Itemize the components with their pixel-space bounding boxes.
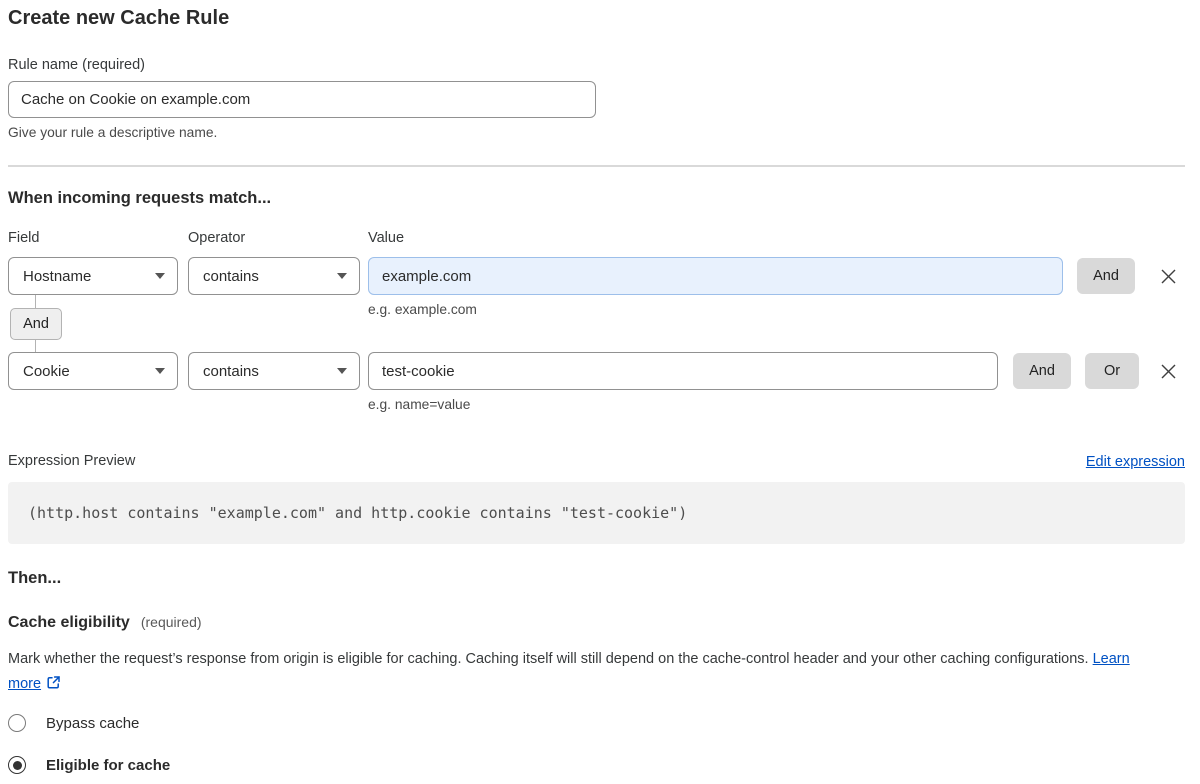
required-note: (required)	[141, 614, 202, 630]
and-button-row1[interactable]: And	[1077, 258, 1135, 294]
chevron-down-icon	[337, 273, 347, 279]
external-link-icon	[46, 675, 61, 690]
condition-row: Hostname contains And	[8, 257, 1185, 295]
operator-select-1-value: contains	[203, 268, 259, 285]
field-select-1-value: Hostname	[23, 268, 91, 285]
connector-line	[35, 295, 36, 308]
description-text: Mark whether the request’s response from…	[8, 651, 1093, 667]
section-divider	[8, 165, 1185, 167]
chevron-down-icon	[337, 368, 347, 374]
value-input-2[interactable]	[368, 352, 998, 390]
rule-name-label: Rule name (required)	[8, 56, 1185, 74]
radio-label: Eligible for cache	[46, 757, 170, 774]
operator-select-2[interactable]: contains	[188, 352, 360, 390]
and-button-row2[interactable]: And	[1013, 353, 1071, 389]
close-icon	[1159, 362, 1178, 381]
value-helper-1: e.g. example.com	[368, 302, 477, 318]
field-select-2[interactable]: Cookie	[8, 352, 178, 390]
match-heading: When incoming requests match...	[8, 188, 1185, 208]
radio-option-bypass-cache[interactable]: Bypass cache	[8, 714, 1185, 732]
field-column-label: Field	[8, 230, 188, 246]
field-select-1[interactable]: Hostname	[8, 257, 178, 295]
rule-name-input[interactable]	[8, 81, 596, 118]
connector-and-button[interactable]: And	[10, 308, 62, 340]
cache-eligibility-heading-row: Cache eligibility (required)	[8, 612, 1185, 633]
connector-line	[35, 340, 36, 352]
value-input-1[interactable]	[368, 257, 1063, 295]
create-cache-rule-page: Create new Cache Rule Rule name (require…	[0, 6, 1200, 774]
then-heading: Then...	[8, 568, 1185, 588]
cache-eligibility-description: Mark whether the request’s response from…	[8, 647, 1158, 697]
expression-code: (http.host contains "example.com" and ht…	[8, 482, 1185, 544]
edit-expression-link[interactable]: Edit expression	[1086, 454, 1185, 470]
radio-option-eligible-for-cache[interactable]: Eligible for cache	[8, 756, 1185, 774]
remove-condition-button-row2[interactable]	[1157, 360, 1179, 382]
close-icon	[1159, 267, 1178, 286]
expression-preview-header: Expression Preview Edit expression	[8, 452, 1185, 470]
cache-eligibility-heading: Cache eligibility	[8, 614, 130, 631]
remove-condition-button-row1[interactable]	[1157, 265, 1179, 287]
chevron-down-icon	[155, 368, 165, 374]
chevron-down-icon	[155, 273, 165, 279]
or-button-row2[interactable]: Or	[1085, 353, 1139, 389]
field-select-2-value: Cookie	[23, 363, 70, 380]
expression-preview-label: Expression Preview	[8, 452, 135, 470]
value-column-label: Value	[368, 230, 404, 246]
condition-column-labels: Field Operator Value	[8, 230, 1185, 246]
rule-name-helper: Give your rule a descriptive name.	[8, 125, 1185, 141]
page-title: Create new Cache Rule	[8, 6, 1185, 30]
radio-icon	[8, 714, 26, 732]
value-helper-2: e.g. name=value	[368, 397, 1185, 413]
operator-column-label: Operator	[188, 230, 368, 246]
radio-label: Bypass cache	[46, 715, 139, 732]
operator-select-1[interactable]: contains	[188, 257, 360, 295]
operator-select-2-value: contains	[203, 363, 259, 380]
condition-connector-area: And e.g. example.com	[8, 295, 1185, 352]
radio-icon-selected	[8, 756, 26, 774]
condition-row: Cookie contains And Or	[8, 352, 1185, 390]
